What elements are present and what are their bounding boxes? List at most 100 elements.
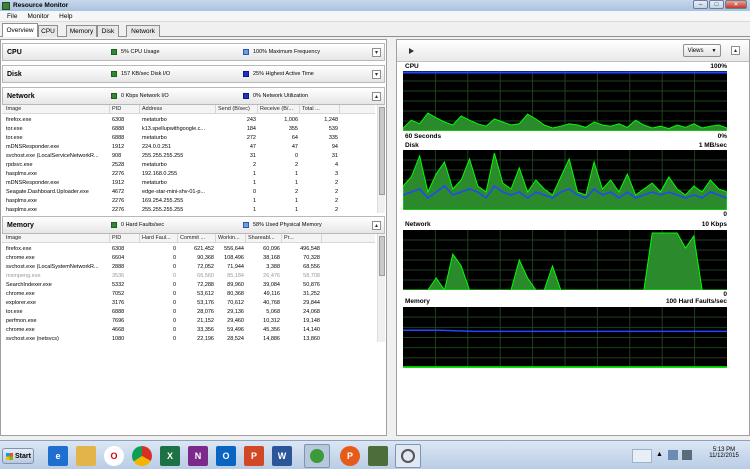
memory-table-scrollbar[interactable]	[377, 234, 385, 342]
table-cell: 0	[172, 309, 176, 315]
network-column-header[interactable]: Total ...	[300, 105, 340, 114]
menu-monitor[interactable]: Monitor	[24, 13, 52, 20]
memory-column-header[interactable]: Hard Faul...	[140, 234, 178, 243]
close-button[interactable]: ✕	[725, 0, 747, 9]
cpu-section-header[interactable]: CPU 5% CPU Usage 100% Maximum Frequency …	[2, 43, 385, 61]
tab-cpu[interactable]: CPU	[38, 25, 58, 37]
table-cell: metaturbo	[142, 135, 167, 141]
table-row[interactable]: firefox.exe 6308 metaturbo 243 1,006 1,248	[2, 116, 375, 124]
memory-column-header[interactable]: Commit ...	[178, 234, 216, 243]
memory-column-header[interactable]: Image	[4, 234, 110, 243]
memory-column-header[interactable]: Workin...	[216, 234, 246, 243]
table-row[interactable]: perfmon.exe 7696 0 21,152 29,460 10,312 19,148	[2, 317, 375, 325]
table-cell: 539	[328, 126, 338, 132]
table-cell: 6888	[112, 309, 125, 315]
scrollbar-thumb[interactable]	[379, 236, 385, 276]
table-cell: metaturbo	[142, 180, 167, 186]
table-row[interactable]: hasplms.exe 2276 169.254.255.255 1 1 2	[2, 197, 375, 205]
table-row[interactable]: firefox.exe 6308 0 621,452 556,644 60,096 496,…	[2, 245, 375, 253]
cpu-usage-text: 5% CPU Usage	[121, 49, 160, 55]
chrome-icon[interactable]	[132, 446, 152, 466]
tab-overview[interactable]: Overview	[2, 23, 38, 37]
collapse-icon[interactable]: ▴	[372, 221, 381, 230]
table-cell: 22,196	[197, 336, 214, 342]
clock[interactable]: 5:13 PM 11/12/2015	[704, 447, 744, 459]
table-row[interactable]: SearchIndexer.exe 5332 0 72,288 89,960 39,084…	[2, 281, 375, 289]
onenote-icon[interactable]: N	[188, 446, 208, 466]
network-table-scrollbar[interactable]	[377, 105, 385, 213]
table-row[interactable]: svchost.exe (LocalSystemNetworkR... 2888 0…	[2, 263, 375, 271]
table-row[interactable]: svchost.exe (LocalServiceNetworkR... 908 2…	[2, 152, 375, 160]
tab-disk[interactable]: Disk	[97, 25, 119, 37]
table-cell: 33,356	[197, 327, 214, 333]
network-graph-label: Network	[405, 221, 431, 228]
table-row[interactable]: chrome.exe 6604 0 90,368 108,496 38,168 70,328	[2, 254, 375, 262]
memory-column-header[interactable]: Shareabl...	[246, 234, 282, 243]
table-row[interactable]: msmpeng.exe 3536 0 66,560 85,184 26,476 58,708	[2, 272, 375, 280]
table-row[interactable]: mDNSResponder.exe 1912 224.0.0.251 47 47 94	[2, 143, 375, 151]
table-cell: mDNSResponder.exe	[6, 180, 60, 186]
globe-icon[interactable]	[304, 444, 330, 468]
expand-icon[interactable]: ▾	[372, 48, 381, 57]
collapse-icon[interactable]: ▴	[731, 46, 740, 55]
pdf-icon[interactable]: P	[340, 446, 360, 466]
word-icon[interactable]: W	[272, 446, 292, 466]
table-cell: 29,844	[303, 300, 320, 306]
volume-tray-icon[interactable]	[682, 450, 692, 460]
network-tray-icon[interactable]	[668, 450, 678, 460]
disk-graph-label: Disk	[405, 142, 419, 149]
table-row[interactable]: chrome.exe 7052 0 53,612 80,368 49,116 31,252	[2, 290, 375, 298]
table-cell: 0	[252, 189, 256, 195]
table-row[interactable]: chrome.exe 4668 0 33,356 59,496 45,356 14,140	[2, 326, 375, 334]
resource-monitor-icon[interactable]	[395, 444, 421, 468]
table-row[interactable]: explorer.exe 3176 0 53,176 70,612 40,768 29,84…	[2, 299, 375, 307]
outlook-icon[interactable]: O	[216, 446, 236, 466]
table-row[interactable]: tor.exe 6888 k13.spellupwithgoogle.c... 184…	[2, 125, 375, 133]
powerpoint-icon[interactable]: P	[244, 446, 264, 466]
minimize-button[interactable]: –	[693, 0, 708, 9]
table-row[interactable]: svchost.exe (netsvcs) 1080 0 22,196 28,524 14…	[2, 335, 375, 342]
title-bar: Resource Monitor – □ ✕	[0, 0, 750, 11]
network-column-header[interactable]: Receive (B/...	[258, 105, 300, 114]
scrollbar-thumb[interactable]	[379, 107, 385, 195]
table-row[interactable]: rpdsvc.exe 2528 metaturbo 2 2 4	[2, 161, 375, 169]
memory-column-header[interactable]: PID	[110, 234, 140, 243]
table-row[interactable]: mDNSResponder.exe 1912 metaturbo 1 1 2	[2, 179, 375, 187]
table-cell: 71,944	[227, 264, 244, 270]
network-column-header[interactable]: Address	[140, 105, 216, 114]
table-row[interactable]: hasplms.exe 2276 192.168.0.255 1 1 3	[2, 170, 375, 178]
excel-icon[interactable]: X	[160, 446, 180, 466]
disk-section-header[interactable]: Disk 157 KB/sec Disk I/O 25% Highest Act…	[2, 65, 385, 83]
views-dropdown[interactable]: Views ▼	[683, 44, 721, 57]
menu-file[interactable]: File	[4, 13, 20, 20]
table-row[interactable]: hasplms.exe 2276 255.255.255.255 1 1 2	[2, 206, 375, 213]
network-column-header[interactable]: Image	[4, 105, 110, 114]
menu-help[interactable]: Help	[56, 13, 75, 20]
collapse-icon[interactable]: ▴	[372, 92, 381, 101]
table-cell: 335	[328, 135, 338, 141]
tab-memory[interactable]: Memory	[66, 25, 97, 37]
network-column-header[interactable]: PID	[110, 105, 140, 114]
expand-icon[interactable]: ▾	[372, 70, 381, 79]
network-column-header[interactable]: Send (B/sec)	[216, 105, 258, 114]
opera-icon[interactable]: O	[104, 446, 124, 466]
table-cell: 621,452	[194, 246, 214, 252]
maximize-button[interactable]: □	[709, 0, 724, 9]
cpu-graph	[403, 71, 727, 131]
table-row[interactable]: tor.exe 6888 metaturbo 272 64 335	[2, 134, 375, 142]
start-button[interactable]: Start	[2, 448, 34, 464]
disk-section: Disk 157 KB/sec Disk I/O 25% Highest Act…	[2, 65, 385, 83]
network-section-header[interactable]: Network 0 Kbps Network I/O 0% Network Ut…	[2, 87, 385, 105]
expand-arrow-icon[interactable]	[409, 48, 414, 54]
table-row[interactable]: tor.exe 6888 0 28,076 29,136 5,068 24,068	[2, 308, 375, 316]
ie-icon[interactable]: e	[48, 446, 68, 466]
show-hidden-icons-icon[interactable]: ▲	[656, 451, 663, 458]
table-row[interactable]: Seagate.Dashboard.Uploader.exe 4672 edge-s…	[2, 188, 375, 196]
memory-column-header[interactable]: Pr...	[282, 234, 322, 243]
tab-network[interactable]: Network	[126, 25, 160, 37]
folder-icon[interactable]	[76, 446, 96, 466]
memory-section-header[interactable]: Memory 0 Hard Faults/sec 58% Used Physic…	[2, 216, 385, 234]
monitor-icon[interactable]	[368, 446, 388, 466]
table-cell: 45,356	[263, 327, 280, 333]
tray-icons[interactable]	[632, 449, 652, 463]
